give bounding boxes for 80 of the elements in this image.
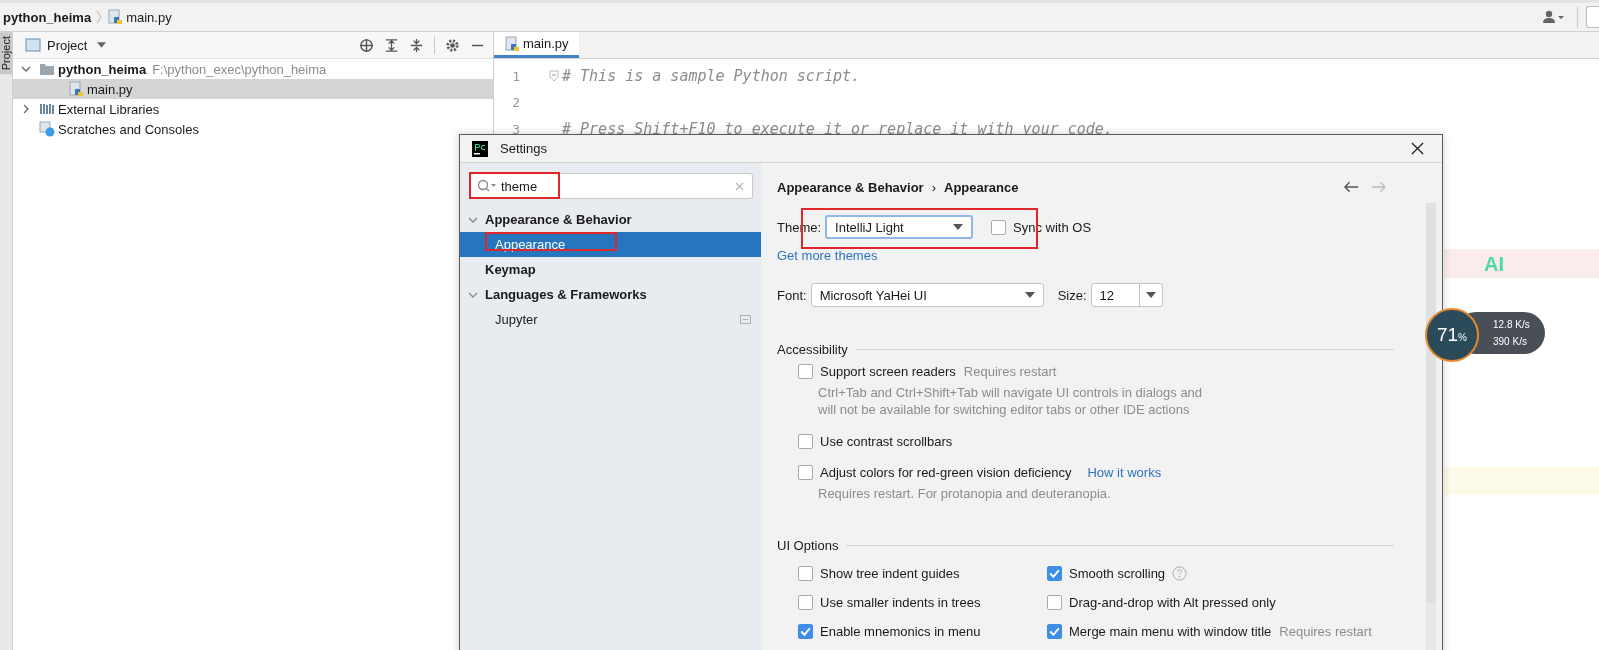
crosshair-icon[interactable] xyxy=(359,37,374,53)
settings-nav-item[interactable]: Languages & Frameworks xyxy=(460,282,761,307)
settings-nav-item[interactable]: Jupyter xyxy=(460,307,761,332)
caret-icon[interactable] xyxy=(97,42,107,48)
checkbox[interactable]: Merge main menu with window title xyxy=(1047,624,1272,639)
close-icon[interactable] xyxy=(1411,142,1424,155)
breadcrumb-item: Appearance & Behavior xyxy=(777,179,924,195)
scratch-icon xyxy=(39,121,55,137)
folder-path: F:\python_exec\python_heima xyxy=(152,61,327,77)
breadcrumb-item[interactable]: main.py xyxy=(126,9,172,25)
line-number: 1 xyxy=(511,68,520,84)
ai-label: AI xyxy=(1484,253,1504,276)
option-description: Ctrl+Tab and Ctrl+Shift+Tab will navigate UI controls in dialogs and will not be available for switching editor tabs or other IDE actions xyxy=(818,384,1204,418)
chevron-icon[interactable] xyxy=(21,104,31,114)
checkbox[interactable]: Show tree indent guides xyxy=(798,566,960,581)
settings-nav-item[interactable]: Appearance xyxy=(460,232,761,257)
chevron-icon[interactable] xyxy=(21,64,31,74)
breadcrumb-item[interactable]: python_heima xyxy=(3,9,92,25)
section-title: UI Options xyxy=(777,538,839,553)
folder-icon xyxy=(39,61,55,77)
restart-note: Requires restart xyxy=(1279,624,1372,639)
breadcrumb-item: Appearance xyxy=(944,179,1019,195)
font-dropdown[interactable]: Microsoft YaHei UI xyxy=(810,283,1044,307)
tool-window-tab[interactable]: Project xyxy=(0,32,12,75)
window-icon xyxy=(25,38,41,52)
checkbox[interactable]: Use smaller indents in trees xyxy=(798,595,981,610)
dialog-title: Settings xyxy=(500,141,547,156)
size-dropdown[interactable]: 12 xyxy=(1090,283,1163,307)
collapse-all-icon[interactable] xyxy=(409,37,424,53)
font-label: Font: xyxy=(777,287,807,303)
caret-icon xyxy=(1145,292,1156,298)
line-number: 3 xyxy=(511,121,520,137)
checkbox[interactable]: Smooth scrolling xyxy=(1047,566,1166,581)
app-logo-icon xyxy=(472,140,488,157)
editor-tab[interactable]: main.py xyxy=(494,32,579,58)
tree-item-label: External Libraries xyxy=(58,101,160,117)
back-arrow-icon[interactable] xyxy=(1344,181,1359,193)
settings-nav-item[interactable]: Keymap xyxy=(460,257,761,282)
expand-all-icon[interactable] xyxy=(384,37,399,53)
user-icon[interactable] xyxy=(1543,10,1565,24)
library-icon xyxy=(39,101,55,117)
breadcrumb-separator: › xyxy=(931,179,936,195)
tree-item-label: main.py xyxy=(87,81,133,97)
theme-dropdown[interactable]: IntelliJ Light xyxy=(825,215,974,239)
chevron-icon xyxy=(95,9,104,25)
download-speed: 390 K/s xyxy=(1493,335,1528,349)
size-label: Size: xyxy=(1057,287,1087,303)
caret-icon xyxy=(953,224,964,230)
tree-item-label: python_heima xyxy=(58,61,147,77)
memory-percent: 71% xyxy=(1436,324,1467,346)
settings-icon[interactable] xyxy=(445,37,460,53)
python-file-icon xyxy=(504,35,520,52)
restart-note: Requires restart xyxy=(963,364,1057,379)
tree-item[interactable]: Scratches and Consoles xyxy=(13,119,493,139)
search-icon xyxy=(477,179,497,193)
python-file-icon xyxy=(68,81,84,97)
search-field[interactable]: theme xyxy=(470,173,753,199)
settings-nav-item[interactable]: Appearance & Behavior xyxy=(460,207,761,232)
option-description: Requires restart. For protanopia and deuteranopia. xyxy=(818,485,1112,502)
checkbox[interactable]: Enable mnemonics in menu xyxy=(798,624,981,639)
tree-item[interactable]: main.py xyxy=(13,79,493,99)
get-more-themes-link[interactable]: Get more themes xyxy=(777,248,1426,263)
tree-item[interactable]: External Libraries xyxy=(13,99,493,119)
checkbox[interactable]: Drag-and-drop with Alt pressed only xyxy=(1047,595,1276,610)
panel-title[interactable]: Project xyxy=(47,37,88,53)
tree-item[interactable]: python_heima F:\python_exec\python_heima xyxy=(13,59,493,79)
section-title: Accessibility xyxy=(777,342,848,357)
plugin-icon xyxy=(740,315,751,324)
code-comment: # This is a sample Python script. xyxy=(562,67,860,86)
python-file-icon xyxy=(107,9,124,25)
checkbox[interactable]: Use contrast scrollbars xyxy=(798,434,953,449)
line-number: 2 xyxy=(511,95,520,111)
upload-speed: 12.8 K/s xyxy=(1493,318,1531,332)
caret-icon xyxy=(1024,292,1035,298)
tree-item-label: Scratches and Consoles xyxy=(58,121,199,137)
checkbox[interactable]: Adjust colors for red-green vision deficiency xyxy=(798,465,1072,480)
scrollbar-thumb[interactable] xyxy=(1426,203,1436,603)
toolbar-field[interactable] xyxy=(1586,6,1599,28)
how-it-works-link[interactable]: How it works xyxy=(1087,465,1162,480)
checkbox[interactable]: Support screen readers xyxy=(798,364,956,379)
